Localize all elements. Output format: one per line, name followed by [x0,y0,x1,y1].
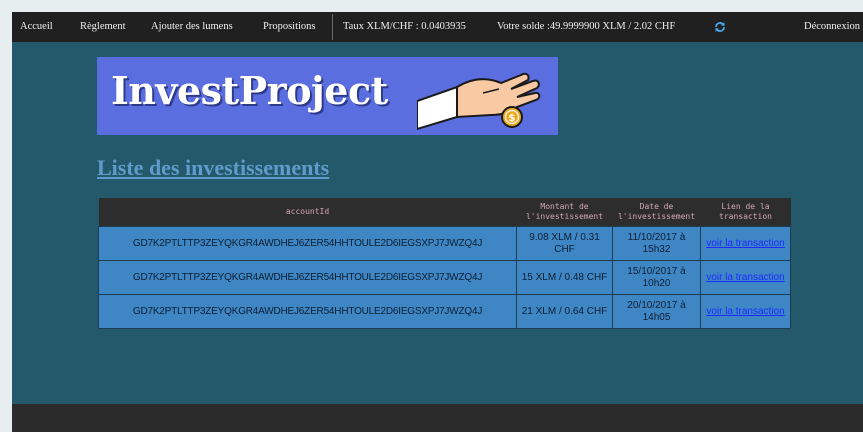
transaction-link[interactable]: voir la transaction [706,272,784,283]
investments-table: accountId Montant de l'investissement Da… [98,198,791,329]
transaction-link[interactable]: voir la transaction [706,306,784,317]
link-cell: voir la transaction [700,294,791,329]
column-header-amount: Montant de l'investissement [516,198,613,227]
page-frame: Accueil Règlement Ajouter des lumens Pro… [12,12,863,432]
exchange-rate-text: Taux XLM/CHF : 0.0403935 [343,21,466,32]
hand-coin-illustration: $ [417,72,541,131]
nav-propositions-link[interactable]: Propositions [263,12,316,42]
table-row: GD7K2PTLTTP3ZEYQKGR4AWDHEJ6ZER54HHTOULE2… [98,226,791,261]
top-navbar: Accueil Règlement Ajouter des lumens Pro… [12,12,863,42]
footer-bar [12,404,863,432]
amount-cell: 15 XLM / 0.48 CHF [516,260,613,295]
account-id-cell: GD7K2PTLTTP3ZEYQKGR4AWDHEJ6ZER54HHTOULE2… [98,260,517,295]
account-id-cell: GD7K2PTLTTP3ZEYQKGR4AWDHEJ6ZER54HHTOULE2… [98,294,517,329]
account-id-cell: GD7K2PTLTTP3ZEYQKGR4AWDHEJ6ZER54HHTOULE2… [98,226,517,261]
balance-text: Votre solde :49.9999900 XLM / 2.02 CHF [497,21,676,32]
date-cell: 11/10/2017 à 15h32 [612,226,701,261]
nav-accueil-link[interactable]: Accueil [20,12,53,42]
refresh-icon[interactable] [714,21,726,33]
table-row: GD7K2PTLTTP3ZEYQKGR4AWDHEJ6ZER54HHTOULE2… [98,260,791,295]
transaction-link[interactable]: voir la transaction [706,238,784,249]
date-cell: 15/10/2017 à 10h20 [612,260,701,295]
logout-link[interactable]: Déconnexion [804,12,860,42]
nav-ajouter-lumens-link[interactable]: Ajouter des lumens [151,12,233,42]
date-cell: 20/10/2017 à 14h05 [612,294,701,329]
nav-reglement-link[interactable]: Règlement [80,12,126,42]
column-header-link: Lien de la transaction [700,198,791,227]
link-cell: voir la transaction [700,260,791,295]
logo-banner: InvestProject $ [97,57,558,135]
column-header-account-id: accountId [98,198,517,227]
link-cell: voir la transaction [700,226,791,261]
column-header-date: Date de l'investissement [612,198,701,227]
logo-text: InvestProject [111,68,388,113]
table-header-row: accountId Montant de l'investissement Da… [98,198,791,227]
svg-text:$: $ [509,113,516,124]
amount-cell: 21 XLM / 0.64 CHF [516,294,613,329]
nav-divider [332,14,333,40]
page-title[interactable]: Liste des investissements [97,155,329,181]
table-row: GD7K2PTLTTP3ZEYQKGR4AWDHEJ6ZER54HHTOULE2… [98,294,791,329]
amount-cell: 9.08 XLM / 0.31 CHF [516,226,613,261]
